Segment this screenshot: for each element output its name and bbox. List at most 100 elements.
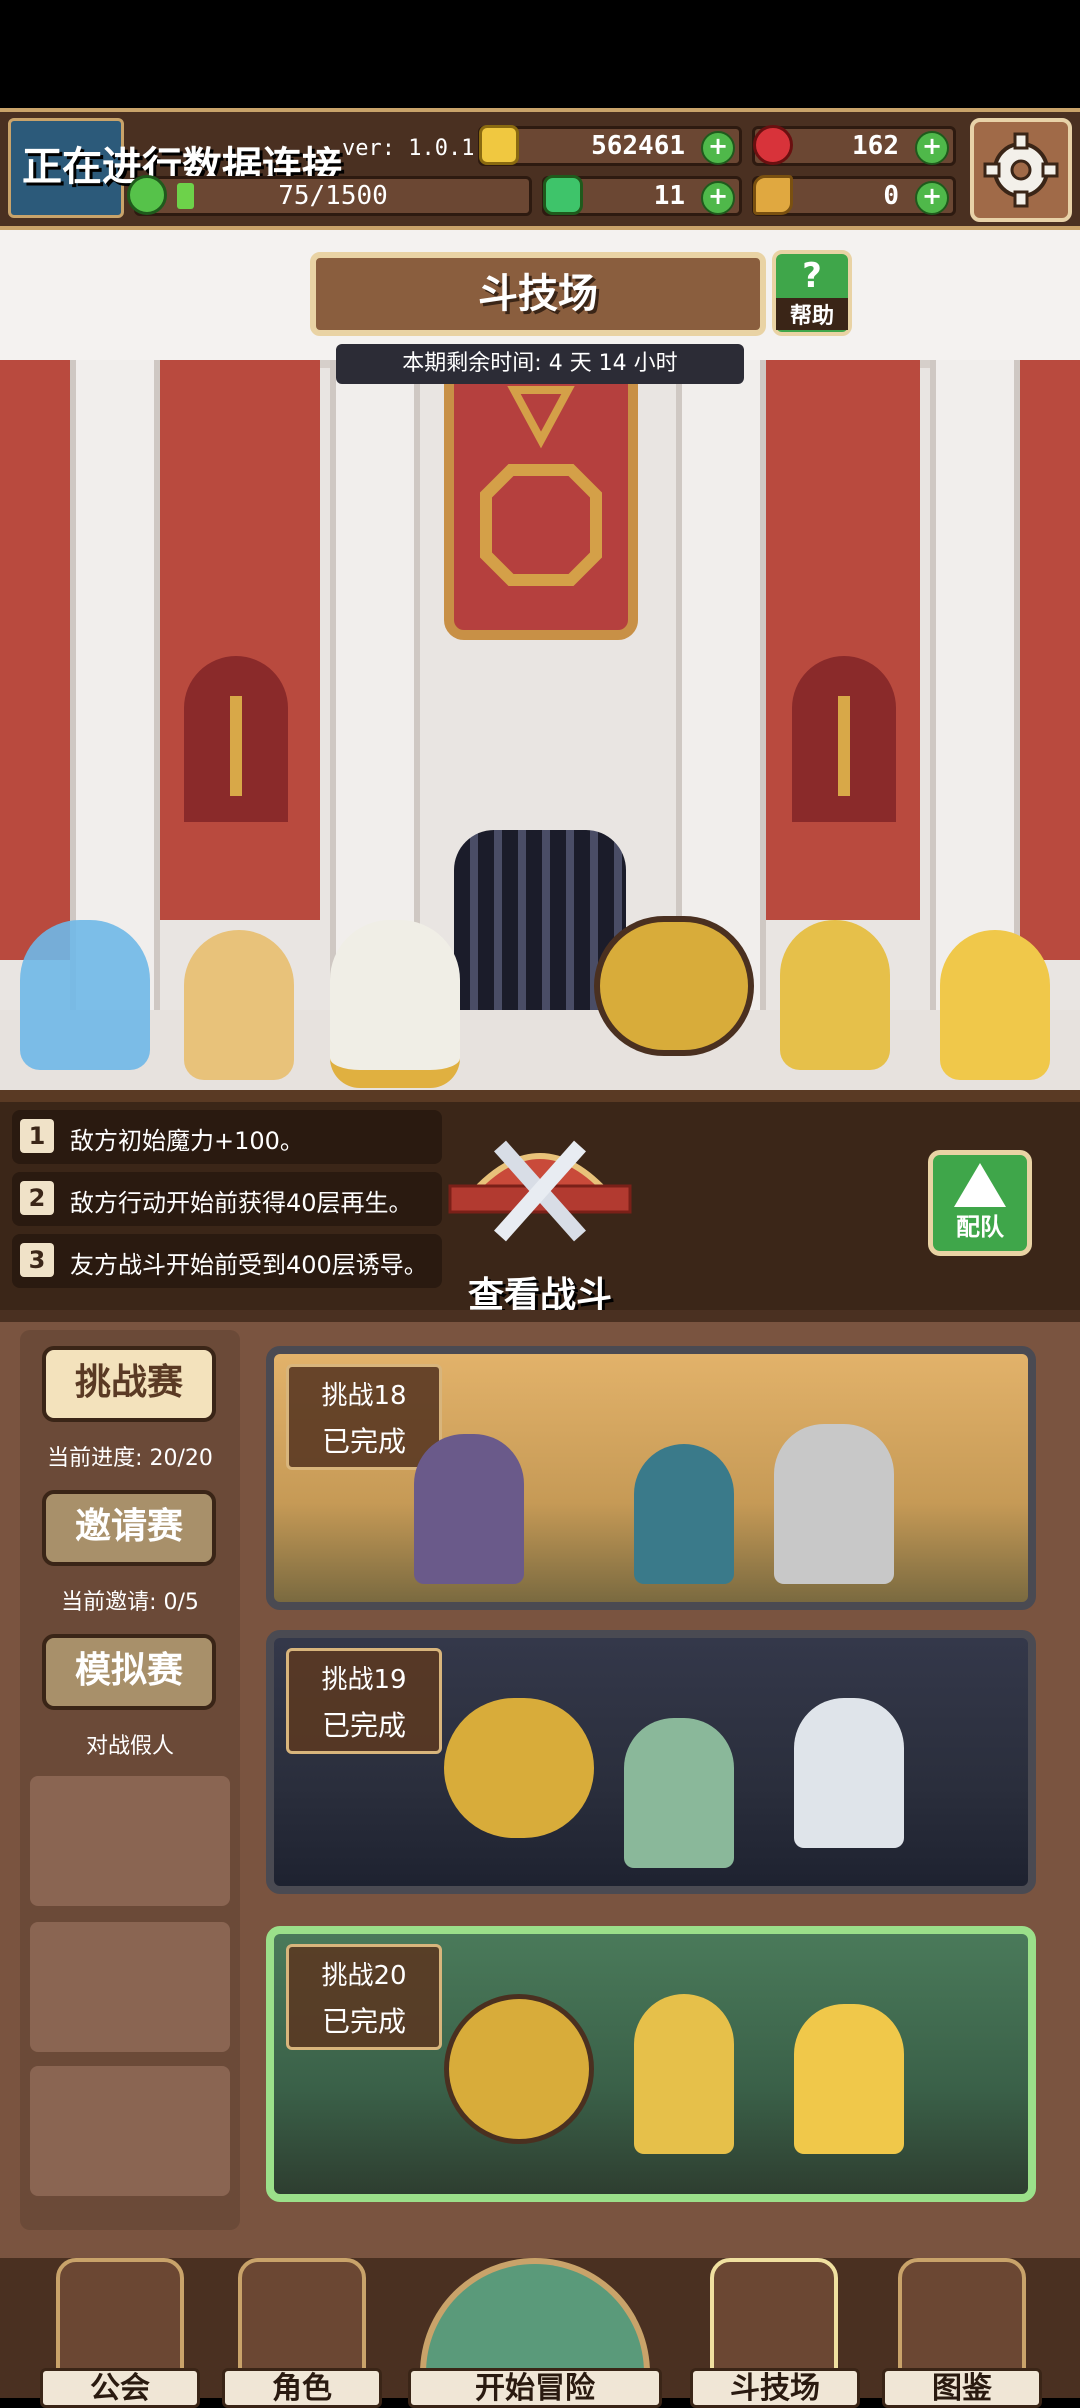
team-button[interactable]: 配队: [928, 1150, 1032, 1256]
nav-item-adventure[interactable]: 开始冒险: [408, 2258, 662, 2408]
opponent-sprite: [444, 1698, 594, 1838]
mode-tab-challenge[interactable]: 挑战赛: [42, 1346, 216, 1422]
challenge-label: 挑战19 已完成: [286, 1648, 442, 1754]
opponent-sprite: [634, 1444, 734, 1584]
arena-title-plate: 斗技场: [310, 252, 766, 336]
arena-banner: [444, 370, 638, 640]
pillar: [70, 360, 160, 1010]
simulation-desc: 对战假人: [85, 1734, 174, 1759]
ally-character-2[interactable]: [184, 930, 294, 1080]
challenge-progress: 当前进度: 20/20: [47, 1446, 213, 1471]
pillar: [330, 360, 420, 1010]
help-label: 帮助: [776, 298, 848, 330]
sword-niche-left: [184, 656, 288, 822]
rules-bar-edge: [0, 1090, 1080, 1102]
nav-label: 角色: [222, 2368, 382, 2408]
settings-button[interactable]: [970, 118, 1072, 222]
sword-icon: [230, 696, 242, 796]
gold-coin-icon: [479, 125, 519, 165]
challenge-card[interactable]: 挑战19 已完成: [266, 1630, 1036, 1894]
arena-title: 斗技场: [478, 271, 598, 317]
character-icon: [238, 2258, 366, 2378]
crossed-swords-icon: [448, 1140, 632, 1242]
empty-mode-slot: [30, 2066, 230, 2196]
stamina-value: 75/1500: [278, 181, 388, 211]
challenge-card[interactable]: 挑战18 已完成: [266, 1346, 1036, 1610]
key-counter: 0 +: [752, 175, 956, 216]
right-inner-red-wall: [760, 360, 920, 920]
nav-label: 图鉴: [882, 2368, 1042, 2408]
arena-scene: 斗技场 ? 帮助 本期剩余时间: 4 天 14 小时: [0, 230, 1080, 1090]
gold-value: 562461: [591, 131, 685, 161]
invite-progress: 当前邀请: 0/5: [61, 1590, 199, 1615]
gear-icon: [983, 132, 1059, 208]
challenge-label: 挑战20 已完成: [286, 1944, 442, 2050]
key-icon: [753, 175, 793, 215]
view-battle-button[interactable]: 查看战斗: [440, 1126, 640, 1316]
ruby-value: 162: [852, 131, 899, 161]
nav-item-codex[interactable]: 图鉴: [882, 2258, 1042, 2408]
opponent-sprite: [794, 2004, 904, 2154]
arena-icon: [710, 2258, 838, 2378]
rule-item: 1 敌方初始魔力+100。: [12, 1110, 442, 1164]
key-value: 0: [883, 181, 899, 211]
ally-character-3[interactable]: [330, 920, 460, 1088]
nav-item-character[interactable]: 角色: [222, 2258, 382, 2408]
enemy-character-3[interactable]: [940, 930, 1050, 1080]
nav-item-arena[interactable]: 斗技场: [690, 2258, 860, 2408]
bottom-nav: 公会 角色 开始冒险 斗技场 图鉴: [0, 2258, 1080, 2408]
clover-icon: [543, 175, 583, 215]
clover-add-button[interactable]: +: [701, 181, 735, 215]
ally-character-1[interactable]: [20, 920, 150, 1070]
panel-top-edge: [0, 1310, 1080, 1322]
challenge-panel: 挑战赛 当前进度: 20/20 邀请赛 当前邀请: 0/5 模拟赛 对战假人 挑…: [0, 1310, 1080, 2258]
right-red-wall: [1020, 360, 1080, 960]
stamina-bar: 75/1500: [127, 175, 532, 216]
nav-label: 公会: [40, 2368, 200, 2408]
challenge-label: 挑战18 已完成: [286, 1364, 442, 1470]
question-icon: ?: [802, 256, 822, 296]
left-red-wall: [0, 360, 70, 960]
empty-mode-slot: [30, 1922, 230, 2052]
ruby-counter: 162 +: [752, 125, 956, 166]
rule-item: 3 友方战斗开始前受到400层诱导。: [12, 1234, 442, 1288]
resource-header: 正在进行数据连接 ver: 1.0.1.0 562461 + 162 + 75/…: [0, 108, 1080, 230]
nav-item-guild[interactable]: 公会: [40, 2258, 200, 2408]
guild-icon: [56, 2258, 184, 2378]
opponent-sprite: [794, 1698, 904, 1848]
enemy-character-2[interactable]: [780, 920, 890, 1070]
sword-icon: [838, 696, 850, 796]
empty-mode-slot: [30, 1776, 230, 1906]
enemy-character-1[interactable]: [594, 916, 754, 1056]
opponent-sprite: [634, 1994, 734, 2154]
pillar: [930, 360, 1020, 1010]
opponent-sprite: [624, 1718, 734, 1868]
codex-icon: [898, 2258, 1026, 2378]
pillar: [676, 360, 766, 1010]
gold-counter: 562461 +: [478, 125, 742, 166]
opponent-sprite: [774, 1424, 894, 1584]
ruby-icon: [753, 125, 793, 165]
nav-label: 开始冒险: [408, 2368, 662, 2408]
season-timer: 本期剩余时间: 4 天 14 小时: [336, 344, 744, 384]
arena-floor: [0, 1010, 1080, 1090]
key-add-button[interactable]: +: [915, 181, 949, 215]
nav-label: 斗技场: [690, 2368, 860, 2408]
clover-value: 11: [653, 181, 685, 211]
rule-item: 2 敌方行动开始前获得40层再生。: [12, 1172, 442, 1226]
adventure-icon: [420, 2258, 650, 2378]
sword-niche-right: [792, 656, 896, 822]
rules-bar: 1 敌方初始魔力+100。 2 敌方行动开始前获得40层再生。 3 友方战斗开始…: [0, 1090, 1080, 1316]
help-button[interactable]: ? 帮助: [772, 250, 852, 336]
challenge-card[interactable]: 挑战20 已完成: [266, 1926, 1036, 2202]
mode-tab-invite[interactable]: 邀请赛: [42, 1490, 216, 1566]
ruby-add-button[interactable]: +: [915, 131, 949, 165]
team-icon: [954, 1163, 1006, 1207]
team-label: 配队: [956, 1213, 1004, 1241]
mode-tab-simulation[interactable]: 模拟赛: [42, 1634, 216, 1710]
clover-counter: 11 +: [542, 175, 742, 216]
gold-add-button[interactable]: +: [701, 131, 735, 165]
opponent-sprite: [414, 1434, 524, 1584]
left-inner-red-wall: [160, 360, 320, 920]
opponent-sprite: [444, 1994, 594, 2144]
